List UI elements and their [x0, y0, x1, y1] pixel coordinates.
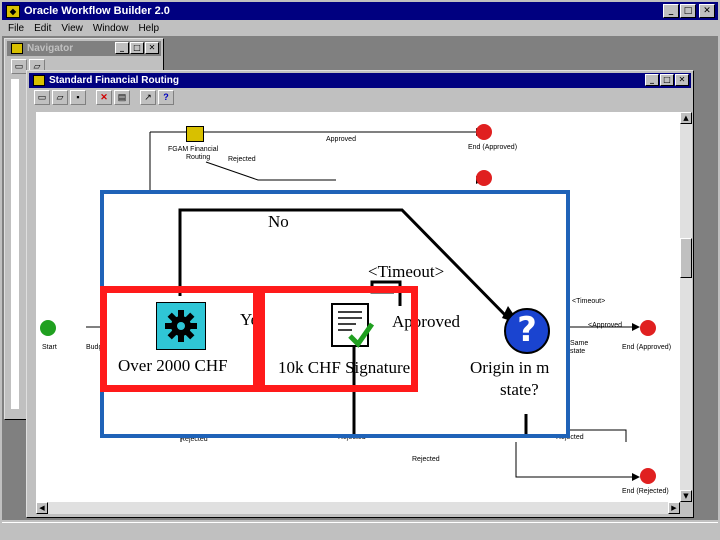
end-node-icon[interactable]	[476, 124, 492, 140]
pointer-icon[interactable]: ↗	[140, 90, 156, 105]
start-node-label: Start	[42, 344, 57, 351]
minimize-button[interactable]: _	[663, 4, 679, 18]
end-node-icon[interactable]	[640, 320, 656, 336]
signature-highlight	[258, 286, 418, 392]
rejected-edge-label-4: Rejected	[412, 456, 440, 463]
status-bar	[2, 522, 718, 538]
routing-activity-icon[interactable]	[186, 126, 204, 142]
menu-edit[interactable]: Edit	[34, 23, 51, 34]
save-icon[interactable]: ▪	[70, 90, 86, 105]
navigator-minimize-button[interactable]: _	[115, 42, 129, 54]
scroll-left-icon[interactable]: ◀	[36, 502, 48, 514]
routing-node-label-2: Routing	[186, 154, 211, 161]
horizontal-scrollbar[interactable]: ◀ ▶	[36, 502, 680, 514]
end-approved-top-label: End (Approved)	[468, 144, 518, 151]
vertical-scrollbar[interactable]: ▲ ▼	[680, 112, 692, 502]
navigator-title: Navigator	[27, 43, 74, 54]
navigator-tree	[11, 79, 19, 409]
same-state-label-2: state	[570, 348, 586, 355]
question-icon[interactable]: ?	[504, 308, 550, 354]
timeout-edge-label-right: <Timeout>	[572, 298, 606, 305]
process-title-bar[interactable]: Standard Financial Routing _ □ ✕	[29, 73, 691, 88]
new-icon[interactable]: ▭	[34, 90, 50, 105]
menu-window[interactable]: Window	[93, 23, 129, 34]
routing-node-label-1: FGAM Financial	[168, 146, 219, 153]
new-icon[interactable]: ▭	[11, 59, 27, 74]
navigator-maximize-button[interactable]: □	[130, 42, 144, 54]
process-icon	[33, 75, 45, 86]
menu-file[interactable]: File	[8, 23, 24, 34]
open-folder-icon[interactable]: ▱	[52, 90, 68, 105]
end-approved-right-label: End (Approved)	[622, 344, 672, 351]
navigator-close-button[interactable]: ✕	[145, 42, 159, 54]
window-controls: _ □ ✕	[663, 4, 715, 18]
no-edge-label: No	[268, 212, 289, 231]
properties-icon[interactable]: ▤	[114, 90, 130, 105]
same-state-label-1: Same	[570, 340, 589, 347]
process-minimize-button[interactable]: _	[645, 74, 659, 86]
approved-edge-label-top: Approved	[326, 136, 356, 143]
menu-bar: File Edit View Window Help	[2, 21, 159, 36]
approved-edge-label-right: <Approved	[588, 322, 623, 329]
end-rejected-label: End (Rejected)	[622, 488, 669, 495]
end-node-icon[interactable]	[476, 170, 492, 186]
rejected-edge-label-top: Rejected	[228, 156, 256, 163]
app-title: Oracle Workflow Builder 2.0	[24, 5, 170, 17]
origin-label-line2: state?	[500, 380, 539, 399]
process-title: Standard Financial Routing	[49, 75, 180, 86]
origin-label-line1: Origin in m	[470, 358, 550, 377]
timeout-edge-label: <Timeout>	[368, 262, 445, 281]
scroll-down-icon[interactable]: ▼	[680, 490, 692, 502]
process-maximize-button[interactable]: □	[660, 74, 674, 86]
scroll-thumb[interactable]	[680, 238, 692, 278]
close-button[interactable]: ✕	[699, 4, 715, 18]
menu-help[interactable]: Help	[138, 23, 159, 34]
menu-view[interactable]: View	[61, 23, 83, 34]
over-2000-highlight	[100, 286, 260, 392]
end-node-icon[interactable]	[640, 468, 656, 484]
navigator-title-bar[interactable]: Navigator _ □ ✕	[7, 41, 161, 56]
maximize-button[interactable]: □	[680, 4, 696, 18]
navigator-icon	[11, 43, 23, 54]
process-toolbar: ▭ ▱ ▪ ✕ ▤ ↗ ?	[34, 90, 174, 105]
scroll-right-icon[interactable]: ▶	[668, 502, 680, 514]
process-close-button[interactable]: ✕	[675, 74, 689, 86]
help-icon[interactable]: ?	[158, 90, 174, 105]
delete-icon[interactable]: ✕	[96, 90, 112, 105]
app-title-bar[interactable]: ◆ Oracle Workflow Builder 2.0 _ □ ✕	[2, 2, 718, 20]
start-node-icon[interactable]	[40, 320, 56, 336]
app-icon: ◆	[6, 4, 20, 18]
scroll-up-icon[interactable]: ▲	[680, 112, 692, 124]
